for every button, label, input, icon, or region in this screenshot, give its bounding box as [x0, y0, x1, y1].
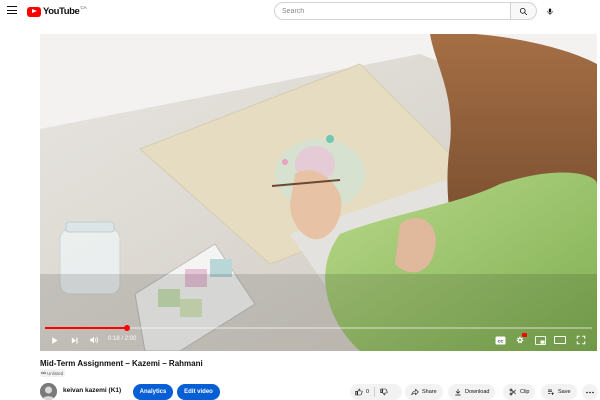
analytics-button[interactable]: Analytics	[133, 384, 173, 400]
hd-badge-icon	[522, 333, 527, 337]
progress-played	[45, 327, 128, 329]
thumbs-down-icon	[380, 388, 388, 396]
search-bar	[274, 2, 537, 20]
video-title: Mid-Term Assignment – Kazemi – Rahmani	[40, 359, 203, 368]
time-display: 0:18 / 2:00	[108, 336, 137, 342]
svg-text:CC: CC	[497, 338, 503, 343]
fullscreen-icon	[576, 335, 586, 345]
progress-bar[interactable]	[45, 325, 592, 331]
volume-icon	[90, 336, 99, 344]
settings-button[interactable]	[514, 333, 527, 346]
play-button[interactable]	[48, 334, 60, 346]
download-button[interactable]: Download	[448, 384, 496, 400]
miniplayer-icon	[534, 335, 546, 345]
like-dislike-group: 0	[350, 384, 402, 400]
theater-mode-icon	[554, 336, 566, 344]
playlist-add-icon	[548, 389, 554, 395]
youtube-play-logo-icon	[27, 6, 41, 17]
save-button[interactable]: Save	[541, 384, 577, 400]
more-actions-button[interactable]	[582, 384, 598, 400]
clip-label: Clip	[520, 389, 530, 395]
like-count: 0	[366, 389, 370, 395]
download-icon	[455, 389, 461, 396]
logo-region: CA	[80, 5, 87, 10]
microphone-icon	[547, 8, 553, 15]
edit-video-button[interactable]: Edit video	[177, 384, 220, 400]
share-label: Share	[422, 389, 437, 395]
channel-avatar[interactable]	[40, 383, 57, 400]
search-input[interactable]	[274, 2, 510, 20]
play-icon	[51, 336, 57, 344]
logo-text: YouTube	[43, 6, 80, 17]
link-icon	[41, 371, 46, 375]
avatar-image	[40, 383, 57, 400]
save-label: Save	[558, 389, 571, 395]
next-button[interactable]	[68, 334, 80, 346]
thumbs-up-icon	[355, 388, 363, 396]
player-controls: 0:18 / 2:00 CC	[40, 331, 597, 349]
dislike-button[interactable]	[375, 384, 393, 400]
youtube-logo[interactable]: YouTube CA	[27, 5, 87, 18]
scissors-icon	[509, 388, 516, 396]
theater-mode-button[interactable]	[554, 334, 566, 346]
like-button[interactable]: 0	[350, 384, 374, 400]
visibility-label: Unlisted	[47, 370, 64, 376]
share-button[interactable]: Share	[405, 384, 443, 400]
channel-name[interactable]: keivan kazemi (K1)	[63, 387, 121, 394]
voice-search-button[interactable]	[541, 2, 559, 20]
share-arrow-icon	[411, 388, 419, 396]
more-horizontal-icon	[586, 391, 594, 393]
search-icon	[519, 7, 528, 15]
search-button[interactable]	[510, 2, 537, 20]
download-label: Download	[465, 389, 490, 395]
video-player[interactable]: 0:18 / 2:00 CC	[40, 34, 597, 351]
hamburger-menu-icon[interactable]	[7, 6, 17, 16]
clip-button[interactable]: Clip	[503, 384, 536, 400]
closed-captions-icon: CC	[495, 335, 505, 345]
visibility-badge: Unlisted	[40, 369, 66, 377]
fullscreen-button[interactable]	[575, 334, 587, 346]
captions-button[interactable]: CC	[494, 334, 506, 346]
top-bar: YouTube CA	[0, 0, 600, 24]
skip-next-icon	[71, 337, 77, 343]
mute-button[interactable]	[88, 334, 100, 346]
miniplayer-button[interactable]	[534, 334, 546, 346]
video-frame	[40, 34, 597, 351]
